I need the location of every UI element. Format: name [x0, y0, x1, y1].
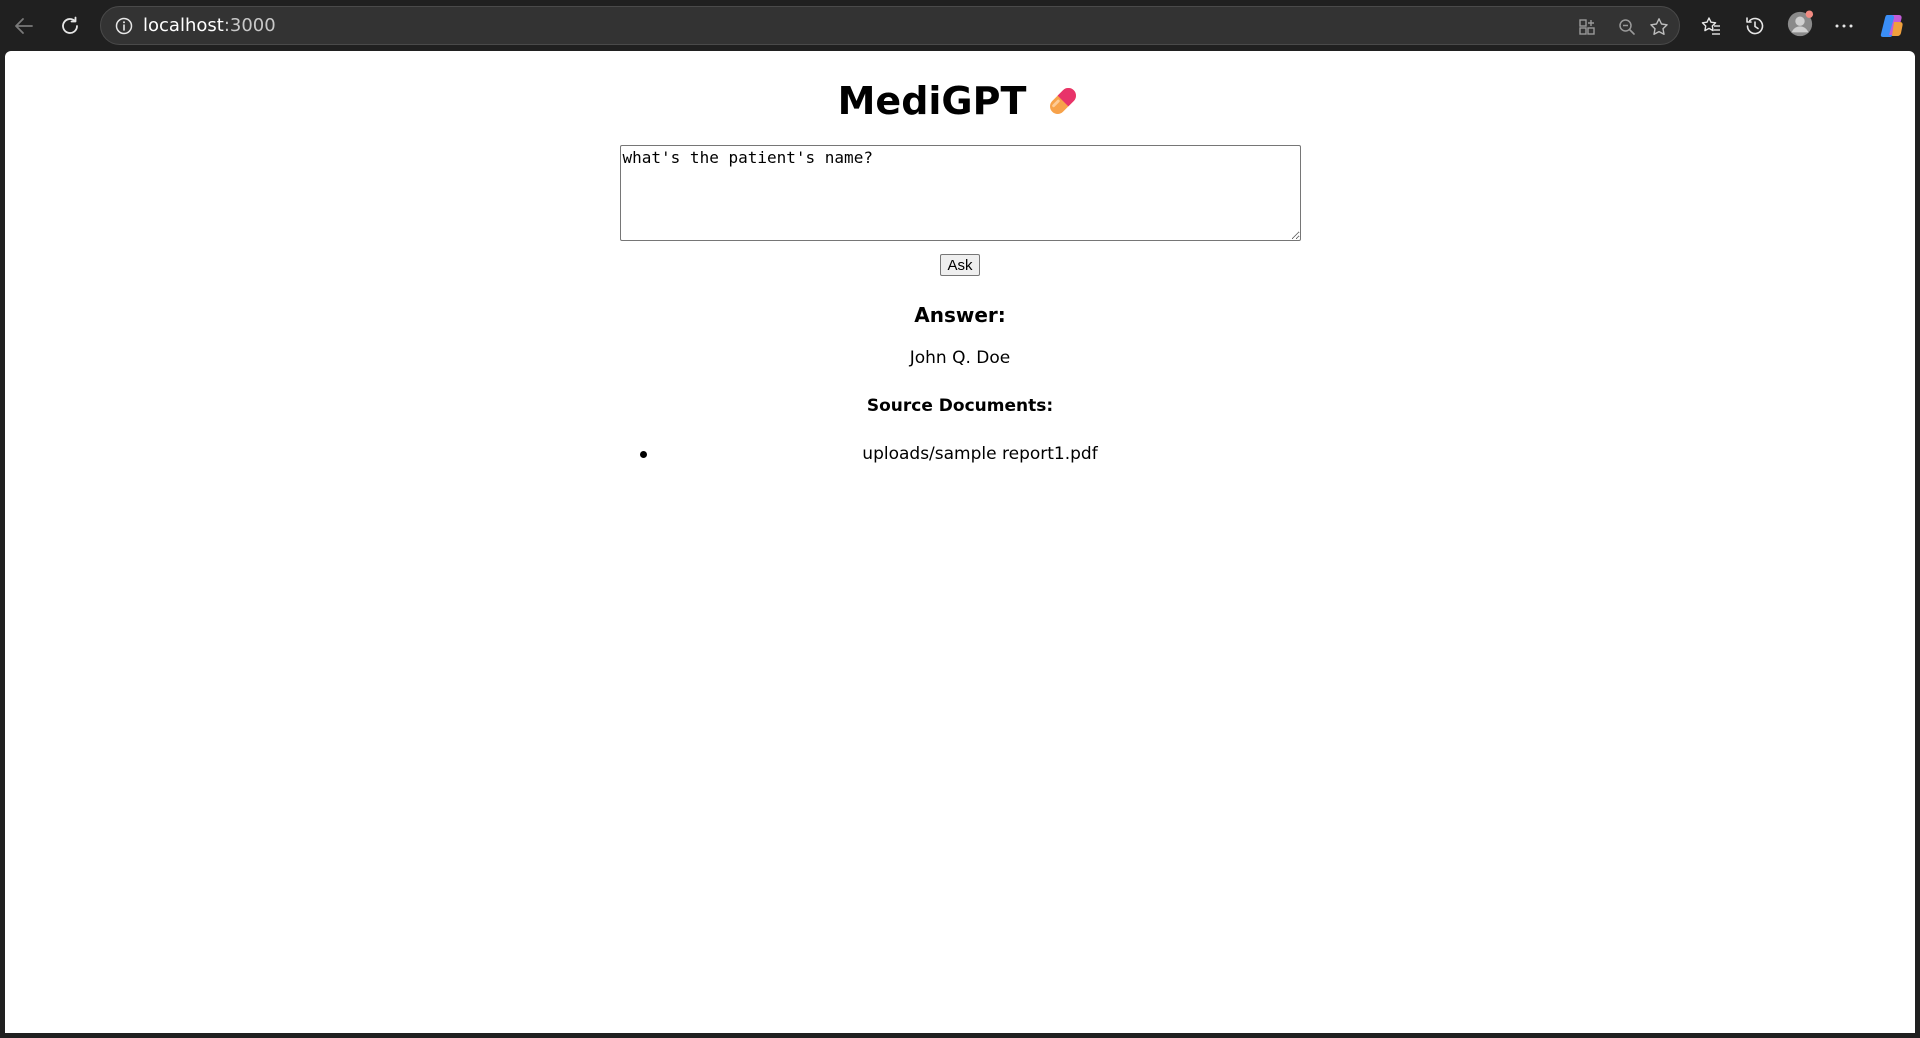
favorites-icon	[1701, 17, 1720, 35]
window-bottom-border	[0, 1033, 1920, 1038]
add-favorite-button[interactable]	[1647, 15, 1671, 39]
question-wrap: what's the patient's name?	[5, 145, 1915, 241]
back-button[interactable]	[8, 10, 40, 42]
ask-row: Ask	[5, 254, 1915, 276]
address-bar[interactable]: localhost:3000	[100, 6, 1680, 45]
zoom-out-icon	[1619, 19, 1635, 35]
star-icon	[1650, 18, 1668, 35]
sources-heading: Source Documents:	[866, 396, 1054, 416]
reload-button[interactable]	[54, 10, 86, 42]
zoom-button[interactable]	[1615, 15, 1639, 39]
site-info-button[interactable]	[113, 15, 135, 37]
back-arrow-icon	[15, 18, 33, 34]
page-title: MediGPT	[5, 77, 1915, 125]
app-available-icon	[1579, 19, 1595, 35]
bullet	[639, 451, 647, 458]
more-button[interactable]	[1830, 12, 1858, 40]
ask-button[interactable]: Ask	[940, 254, 980, 276]
app-title: MediGPT	[837, 79, 1027, 123]
browser-toolbar: localhost:3000	[0, 0, 1920, 51]
app-available-button[interactable]	[1575, 15, 1599, 39]
source-document: uploads/sample report1.pdf	[862, 444, 1098, 464]
reload-icon	[62, 16, 78, 34]
profile-button[interactable]	[1786, 10, 1814, 38]
url-host: localhost	[143, 15, 224, 36]
list-item: uploads/sample report1.pdf	[620, 443, 1301, 465]
info-icon	[115, 17, 133, 35]
answer-text: John Q. Doe	[909, 348, 1011, 368]
pill-icon	[1050, 88, 1077, 114]
url-port: :3000	[223, 15, 276, 36]
page-viewport: MediGPT what's the patient's name? Ask A…	[5, 51, 1915, 1033]
more-icon	[1835, 24, 1853, 28]
url-text: localhost:3000	[143, 15, 276, 37]
history-icon	[1746, 17, 1764, 35]
sources-list: uploads/sample report1.pdf	[620, 443, 1301, 465]
question-input[interactable]: what's the patient's name?	[619, 145, 1301, 241]
profile-avatar	[1787, 10, 1814, 37]
history-button[interactable]	[1741, 12, 1769, 40]
copilot-button[interactable]	[1878, 12, 1906, 40]
copilot-icon	[1880, 15, 1903, 37]
answer-heading: Answer:	[914, 303, 1006, 327]
favorites-button[interactable]	[1697, 12, 1725, 40]
app-page: MediGPT what's the patient's name? Ask A…	[5, 77, 1915, 465]
